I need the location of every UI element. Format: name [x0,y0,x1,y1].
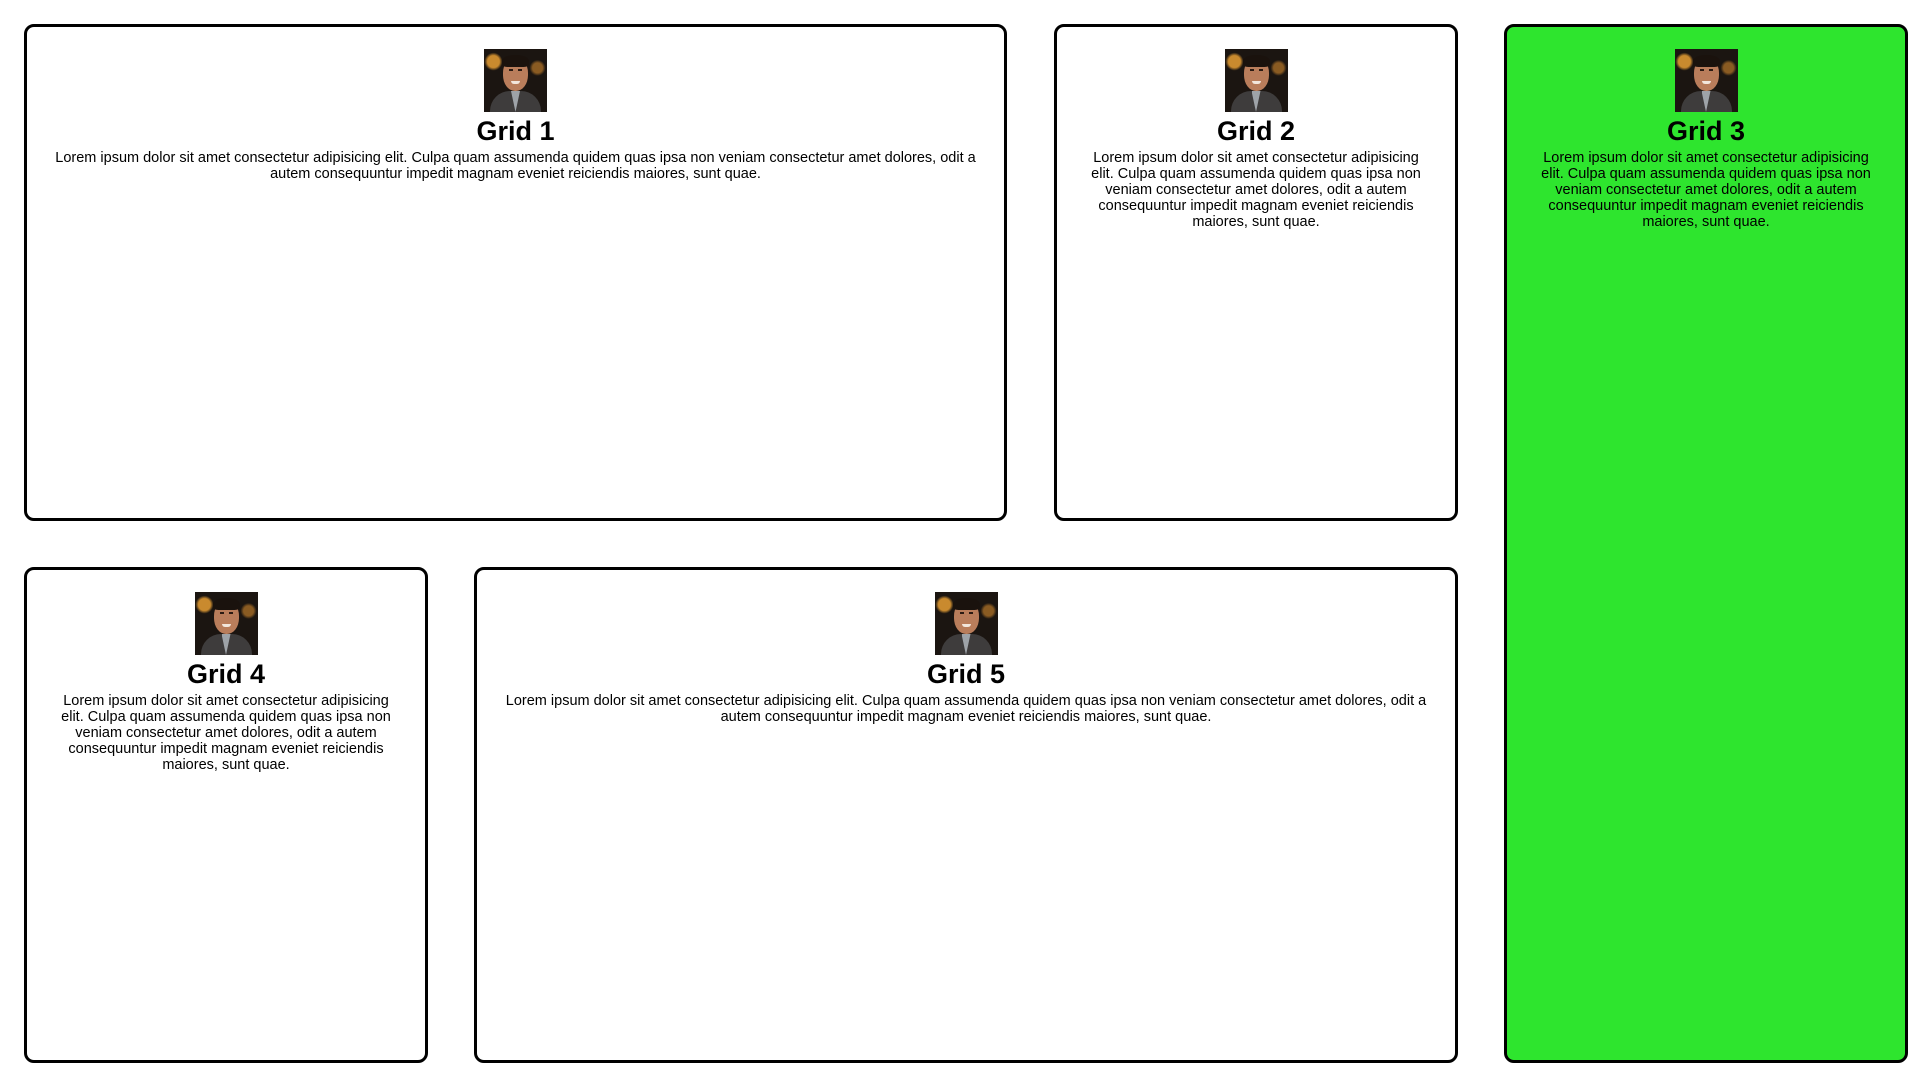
card-title: Grid 1 [476,116,555,146]
grid-card-2: Grid 2 Lorem ipsum dolor sit amet consec… [1054,24,1458,521]
card-text: Lorem ipsum dolor sit amet consectetur a… [1091,150,1421,230]
card-text: Lorem ipsum dolor sit amet consectetur a… [55,150,976,182]
card-title: Grid 3 [1666,116,1746,146]
person-photo-icon [1674,49,1738,112]
card-text: Lorem ipsum dolor sit amet consectetur a… [505,693,1427,725]
grid-card-1: Grid 1 Lorem ipsum dolor sit amet consec… [24,24,1007,521]
grid-layout: Grid 1 Lorem ipsum dolor sit amet consec… [0,0,1920,1080]
card-text: Lorem ipsum dolor sit amet consectetur a… [61,693,391,773]
card-text: Lorem ipsum dolor sit amet consectetur a… [1541,150,1871,230]
card-title: Grid 5 [926,659,1006,689]
person-photo-icon [934,592,998,655]
person-photo-icon [1224,49,1288,112]
card-title: Grid 4 [186,659,266,689]
grid-card-5: Grid 5 Lorem ipsum dolor sit amet consec… [474,567,1458,1063]
grid-card-3: Grid 3 Lorem ipsum dolor sit amet consec… [1504,24,1908,1063]
grid-card-4: Grid 4 Lorem ipsum dolor sit amet consec… [24,567,428,1063]
person-photo-icon [484,49,547,112]
card-title: Grid 2 [1216,116,1296,146]
person-photo-icon [194,592,258,655]
